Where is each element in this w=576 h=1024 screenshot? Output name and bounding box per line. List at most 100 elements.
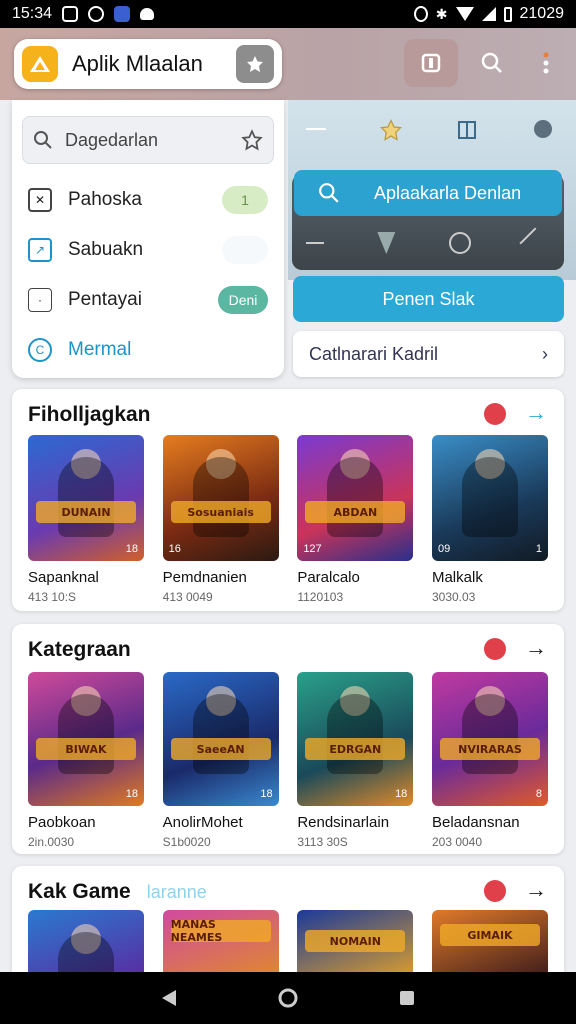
window-icon: · [28,288,52,312]
search-icon [319,183,339,203]
game-thumbnail: EDRGAN 18 [297,672,414,806]
game-card[interactable]: 09 1 Malkalk 3030.03 [431,435,548,604]
game-thumbnail [28,910,144,980]
section-more-button[interactable]: → [522,876,550,904]
bookmark-button[interactable] [236,45,274,83]
game-thumbnail: BIWAK 18 [28,672,144,806]
game-meta: 413 10:S [28,590,77,604]
game-thumbnail: NVIRARAS 8 [431,672,548,806]
game-thumbnail: DUNAIN 18 [28,435,144,561]
app-bar: Aplik Mlaalan [0,28,576,100]
back-icon[interactable] [160,988,178,1008]
game-card[interactable]: GIMAIK [431,910,548,980]
game-title: Malkalk [431,569,483,586]
game-card[interactable]: NVIRARAS 8 Beladansnan 203 0040 [431,672,548,849]
game-card[interactable]: MANAS NEAMES [162,910,279,980]
game-title: Beladansnan [431,814,520,831]
game-card[interactable]: DUNAIN 18 Sapanknal 413 10:S [28,435,144,604]
wand-icon [519,227,551,259]
status-bar: 15:34 ✱ 21029 [0,0,576,28]
section-featured: Fiholljagkan → DUNAIN 18 Sapanknal 413 10… [12,389,564,611]
side-drawer: Dagedarlan ✕ Pahoska 1 ↗ Sabuakn · Penta… [12,100,284,378]
drawer-item-2[interactable]: ↗ Sabuakn [28,230,268,270]
search-placeholder: Dagedarlan [65,129,159,150]
vibrate-icon: ✱ [435,5,448,22]
background-toolbar [296,118,564,142]
search-button[interactable] [474,45,510,81]
battery-icon [503,6,512,22]
search-icon [34,131,52,149]
category-link[interactable]: Catlnarari Kadril › [293,331,564,377]
app-search-bar[interactable]: Aplaakarla Denlan [294,170,562,216]
banner-icons [306,227,551,259]
game-card[interactable]: NOMAIN [297,910,414,980]
game-thumbnail: MANAS NEAMES [162,910,279,980]
drawer-item-badge: 1 [222,186,268,214]
app-search-label: Aplaakarla Denlan [374,182,522,203]
game-card[interactable]: EDRGAN 18 Rendsinarlain 3113 30S [297,672,414,849]
section-badge-icon [484,880,506,902]
wifi-icon [455,7,474,21]
app-title-pill[interactable]: Aplik Mlaalan [14,39,282,89]
card-row: DUNAIN 18 Sapanknal 413 10:S Sosuaniais 16… [28,435,548,604]
drawer-item-label: Pentayai [68,289,142,310]
game-thumbnail: 09 1 [431,435,548,561]
drawer-item-4[interactable]: C Mermal [28,330,268,370]
chart-icon: ↗ [28,238,52,262]
badge-icon [533,120,552,138]
tabs-icon [421,53,441,73]
calendar-icon: ✕ [28,188,52,212]
game-title: Paobkoan [28,814,96,831]
arrow-right-icon: → [525,400,547,425]
star-icon [247,56,263,72]
status-battery-text: 21029 [519,5,565,22]
drawer-item-3[interactable]: · Pentayai Deni [28,280,268,320]
shield-icon [377,232,396,254]
book-icon [458,121,477,139]
section-categories: Kategraan → BIWAK 18 Paobkoan 2in.0030 Sa… [12,624,564,854]
search-icon [481,52,502,73]
signal-icon [481,7,496,21]
drawer-item-badge [222,236,268,264]
card-row: BIWAK 18 Paobkoan 2in.0030 SaeeAN 18 Anoli… [28,672,548,849]
card-row: MANAS NEAMES NOMAIN GIMAIK [28,910,548,980]
app-notification-icon [114,6,131,22]
game-title: Rendsinarlain [297,814,390,831]
game-title: Pemdnanien [162,569,247,586]
game-meta: 2in.0030 [28,835,75,849]
home-icon[interactable] [277,987,299,1009]
game-card[interactable]: SaeeAN 18 AnolirMohet S1b0020 [162,672,279,849]
section-more-button[interactable]: → [522,634,550,662]
game-card[interactable]: Sosuaniais 16 Pemdnanien 413 0049 [162,435,279,604]
circle-c-icon: C [28,338,52,362]
drawer-item-label: Mermal [68,339,132,360]
drawer-item-1[interactable]: ✕ Pahoska 1 [28,180,268,220]
game-meta: S1b0020 [162,835,211,849]
arrow-right-icon: → [525,635,547,660]
recents-icon[interactable] [398,989,416,1007]
game-title: AnolirMohet [162,814,243,831]
section-badge-icon [484,638,506,660]
game-thumbnail: GIMAIK [431,910,548,980]
more-menu-button[interactable] [528,45,564,81]
alarm-icon [413,6,428,22]
game-thumbnail: ABDAN 127 [297,435,414,561]
section-badge-icon [484,403,506,425]
game-card[interactable]: BIWAK 18 Paobkoan 2in.0030 [28,672,144,849]
section-title: Fiholljagkan [28,403,151,426]
cloud-icon [140,8,155,20]
game-meta: 3030.03 [431,590,476,604]
game-card[interactable]: ABDAN 127 Paralcalo 1120103 [297,435,414,604]
dash-icon [306,242,324,244]
drawer-search-input[interactable]: Dagedarlan [22,116,274,164]
section-more-button[interactable]: → [522,399,550,427]
primary-action-button[interactable]: Penen Slak [293,276,564,322]
drawer-item-badge: Deni [218,286,268,314]
tabs-button[interactable] [413,45,449,81]
drawer-item-label: Sabuakn [68,239,144,260]
game-thumbnail: SaeeAN 18 [162,672,279,806]
menu-line-icon [306,128,326,130]
app-logo-icon [22,46,58,82]
sync-icon [88,6,105,22]
game-card[interactable] [28,910,144,980]
